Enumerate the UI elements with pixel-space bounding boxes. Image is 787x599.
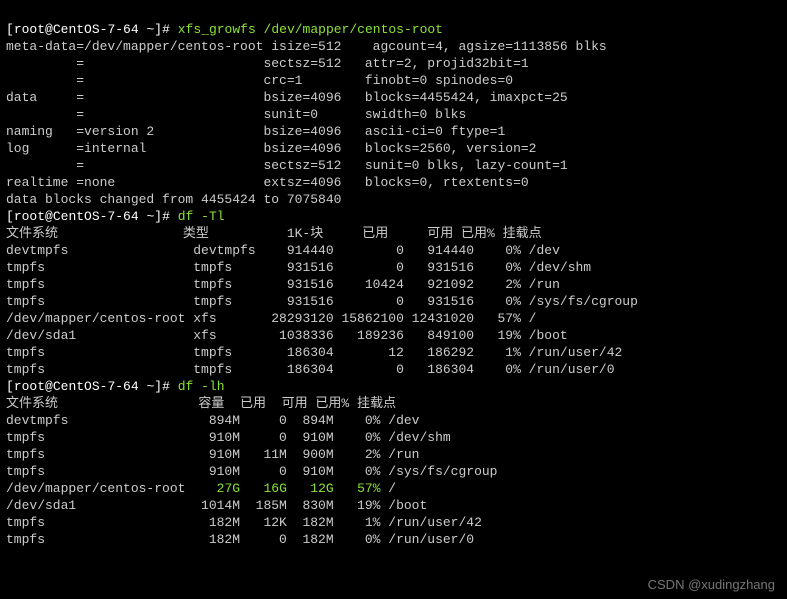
df-lh-row: tmpfs 182M 12K 182M 1% /run/user/42 xyxy=(6,515,482,530)
xfs-output-line: log =internal bsize=4096 blocks=2560, ve… xyxy=(6,141,537,156)
xfs-output-line: meta-data=/dev/mapper/centos-root isize=… xyxy=(6,39,607,54)
command-xfs-growfs: xfs_growfs /dev/mapper/centos-root xyxy=(178,22,443,37)
xfs-output-line: = sunit=0 swidth=0 blks xyxy=(6,107,466,122)
xfs-output-line: data = bsize=4096 blocks=4455424, imaxpc… xyxy=(6,90,568,105)
prompt: [root@CentOS-7-64 ~]# xyxy=(6,22,178,37)
df-lh-row: tmpfs 910M 0 910M 0% /dev/shm xyxy=(6,430,451,445)
df-tl-row: tmpfs tmpfs 186304 12 186292 1% /run/use… xyxy=(6,345,622,360)
terminal[interactable]: [root@CentOS-7-64 ~]# xfs_growfs /dev/ma… xyxy=(0,0,787,552)
xfs-output-line: naming =version 2 bsize=4096 ascii-ci=0 … xyxy=(6,124,505,139)
df-tl-header: 文件系统 类型 1K-块 已用 可用 已用% 挂载点 xyxy=(6,226,542,241)
watermark: CSDN @xudingzhang xyxy=(648,576,775,593)
xfs-output-line: = sectsz=512 attr=2, projid32bit=1 xyxy=(6,56,529,71)
command-df-tl: df -Tl xyxy=(178,209,225,224)
xfs-output-line: = crc=1 finobt=0 spinodes=0 xyxy=(6,73,513,88)
df-lh-row: tmpfs 182M 0 182M 0% /run/user/0 xyxy=(6,532,474,547)
df-tl-row: /dev/mapper/centos-root xfs 28293120 158… xyxy=(6,311,537,326)
xfs-output-line: data blocks changed from 4455424 to 7075… xyxy=(6,192,341,207)
command-df-lh: df -lh xyxy=(178,379,225,394)
df-tl-row: tmpfs tmpfs 186304 0 186304 0% /run/user… xyxy=(6,362,615,377)
prompt: [root@CentOS-7-64 ~]# xyxy=(6,379,178,394)
df-tl-row: tmpfs tmpfs 931516 0 931516 0% /dev/shm xyxy=(6,260,591,275)
df-lh-row: /dev/sda1 1014M 185M 830M 19% /boot xyxy=(6,498,427,513)
df-tl-row: tmpfs tmpfs 931516 10424 921092 2% /run xyxy=(6,277,560,292)
df-lh-row: tmpfs 910M 11M 900M 2% /run xyxy=(6,447,419,462)
df-tl-row: devtmpfs devtmpfs 914440 0 914440 0% /de… xyxy=(6,243,560,258)
df-lh-row-highlight: /dev/mapper/centos-root 27G 16G 12G 57% … xyxy=(6,481,396,496)
xfs-output-line: = sectsz=512 sunit=0 blks, lazy-count=1 xyxy=(6,158,568,173)
df-lh-row: devtmpfs 894M 0 894M 0% /dev xyxy=(6,413,419,428)
xfs-output-line: realtime =none extsz=4096 blocks=0, rtex… xyxy=(6,175,529,190)
df-lh-header: 文件系统 容量 已用 可用 已用% 挂载点 xyxy=(6,396,396,411)
prompt: [root@CentOS-7-64 ~]# xyxy=(6,209,178,224)
df-lh-row: tmpfs 910M 0 910M 0% /sys/fs/cgroup xyxy=(6,464,497,479)
df-tl-row: /dev/sda1 xfs 1038336 189236 849100 19% … xyxy=(6,328,568,343)
df-tl-row: tmpfs tmpfs 931516 0 931516 0% /sys/fs/c… xyxy=(6,294,638,309)
